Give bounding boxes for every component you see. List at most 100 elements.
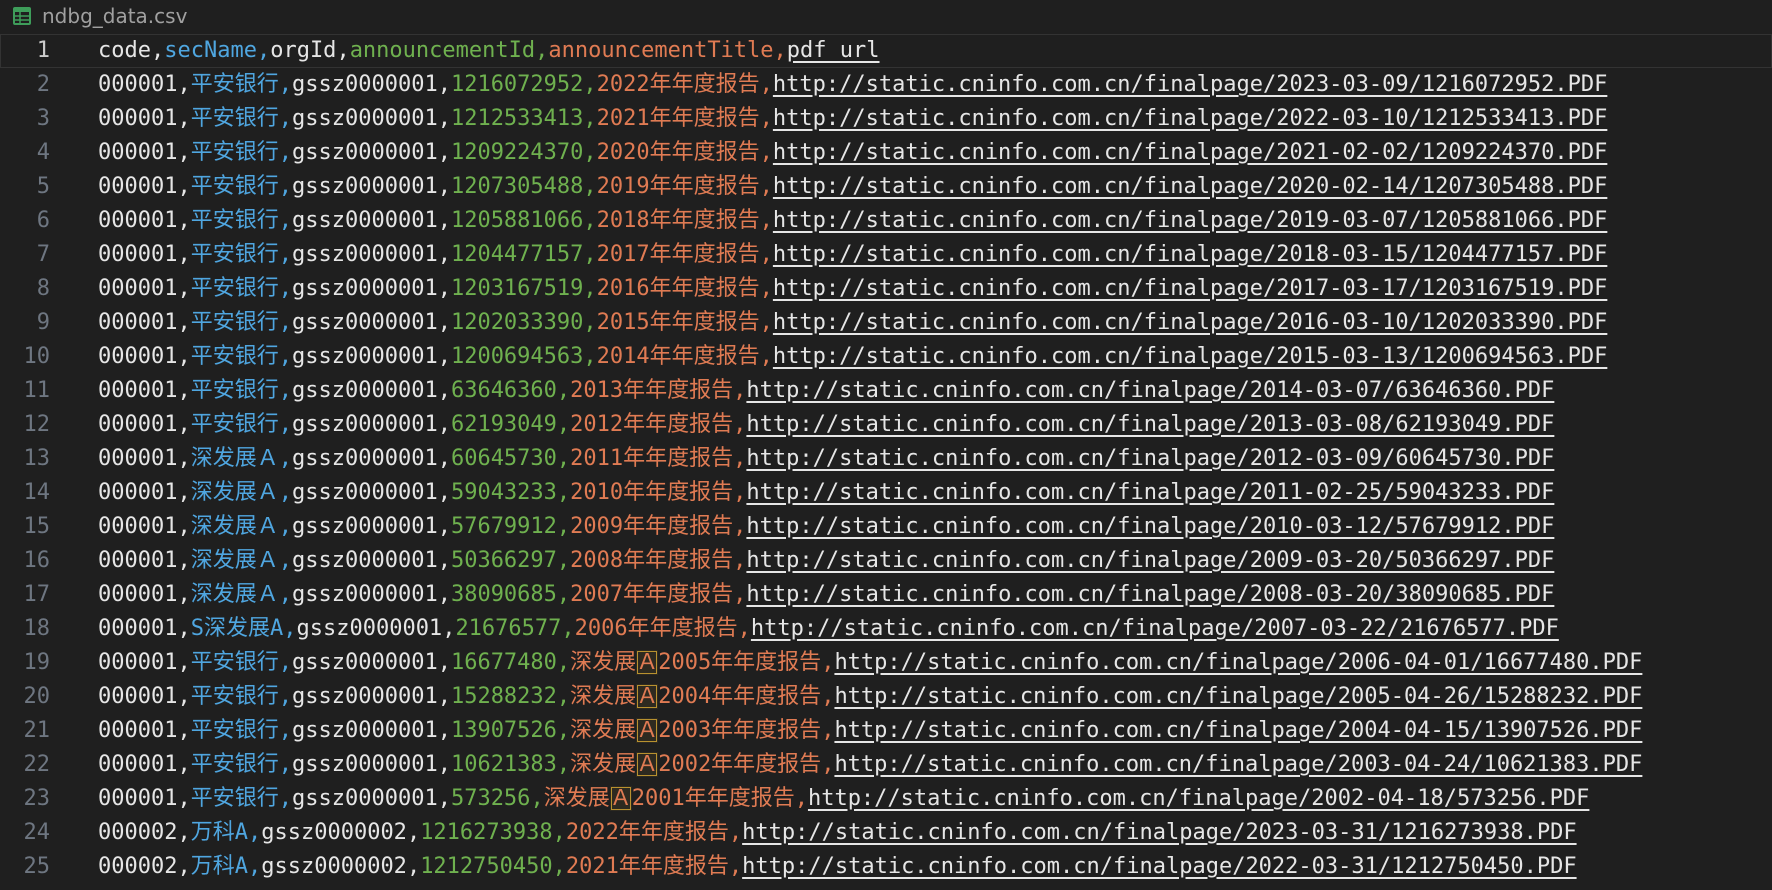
line-number: 5 [36,174,50,199]
orgid-cell: gssz0000001 [292,208,438,233]
editor-line[interactable]: 18 000001,S深发展A,gssz0000001,21676577,2006… [0,612,1772,646]
line-content[interactable]: 000001,平安银行,gssz0000001,1202033390,2015年… [98,306,1607,340]
comma-separator: , [177,446,191,471]
editor-line[interactable]: 20 000001,平安银行,gssz0000001,15288232,深发展Ａ2… [0,680,1772,714]
pdf-url-cell[interactable]: http://static.cninfo.com.cn/finalpage/20… [834,684,1642,709]
line-content[interactable]: 000002,万科A,gssz0000002,1212750450,2021年年… [98,850,1577,884]
pdf-url-cell[interactable]: http://static.cninfo.com.cn/finalpage/20… [746,548,1554,573]
line-content[interactable]: 000001,平安银行,gssz0000001,1203167519,2016年… [98,272,1607,306]
editor-line[interactable]: 6 000001,平安银行,gssz0000001,1205881066,2018… [0,204,1772,238]
pdf-url-cell[interactable]: http://static.cninfo.com.cn/finalpage/20… [773,344,1607,369]
comma-separator: , [556,582,571,607]
line-content[interactable]: 000001,平安银行,gssz0000001,573256,深发展Ａ2001年… [98,782,1589,816]
comma-separator: , [583,106,597,131]
ambiguous-unicode-highlight[interactable]: Ａ [636,684,659,709]
pdf-url-cell[interactable]: http://static.cninfo.com.cn/finalpage/20… [746,582,1554,607]
editor-line[interactable]: 4 000001,平安银行,gssz0000001,1209224370,2020… [0,136,1772,170]
line-content[interactable]: 000001,平安银行,gssz0000001,16677480,深发展Ａ200… [98,646,1642,680]
editor-line[interactable]: 10 000001,平安银行,gssz0000001,1200694563,201… [0,340,1772,374]
comma-separator: , [437,582,451,607]
line-content[interactable]: 000001,S深发展A,gssz0000001,21676577,2006年年… [98,612,1559,646]
comma-separator: , [177,480,191,505]
ambiguous-unicode-highlight[interactable]: Ａ [636,718,659,743]
pdf-url-cell[interactable]: http://static.cninfo.com.cn/finalpage/20… [746,378,1554,403]
pdf-url-cell[interactable]: http://static.cninfo.com.cn/finalpage/20… [746,412,1554,437]
pdf-url-cell[interactable]: http://static.cninfo.com.cn/finalpage/20… [834,718,1642,743]
editor-line[interactable]: 3 000001,平安银行,gssz0000001,1212533413,2021… [0,102,1772,136]
pdf-url-cell[interactable]: http://static.cninfo.com.cn/finalpage/20… [773,208,1607,233]
editor-line[interactable]: 16 000001,深发展Ａ,gssz0000001,50366297,2008年… [0,544,1772,578]
editor-line[interactable]: 9 000001,平安银行,gssz0000001,1202033390,2015… [0,306,1772,340]
line-content[interactable]: 000001,平安银行,gssz0000001,63646360,2013年年度… [98,374,1554,408]
editor-line[interactable]: 5 000001,平安银行,gssz0000001,1207305488,2019… [0,170,1772,204]
editor-line[interactable]: 15 000001,深发展Ａ,gssz0000001,57679912,2009年… [0,510,1772,544]
comma-separator: , [406,854,421,879]
editor-line[interactable]: 22 000001,平安银行,gssz0000001,10621383,深发展Ａ2… [0,748,1772,782]
line-content[interactable]: 000001,平安银行,gssz0000001,1209224370,2020年… [98,136,1607,170]
orgid-cell: gssz0000001 [292,310,438,335]
line-content[interactable]: 000001,平安银行,gssz0000001,13907526,深发展Ａ200… [98,714,1642,748]
pdf-url-cell[interactable]: http://static.cninfo.com.cn/finalpage/20… [773,276,1607,301]
pdf-url-cell[interactable]: http://static.cninfo.com.cn/finalpage/20… [773,174,1607,199]
comma-separator: , [278,548,292,573]
line-content[interactable]: 000001,深发展Ａ,gssz0000001,60645730,2011年年度… [98,442,1554,476]
line-content[interactable]: 000001,深发展Ａ,gssz0000001,57679912,2009年年度… [98,510,1554,544]
ambiguous-unicode-highlight[interactable]: Ａ [636,650,659,675]
announcement-title-cell: 2011年年度报告 [570,446,734,471]
pdf-url-cell[interactable]: http://static.cninfo.com.cn/finalpage/20… [742,854,1576,879]
ambiguous-unicode-highlight[interactable]: Ａ [636,752,659,777]
pdf-url-cell[interactable]: http://static.cninfo.com.cn/finalpage/20… [834,752,1642,777]
pdf-url-cell[interactable]: http://static.cninfo.com.cn/finalpage/20… [834,650,1642,675]
pdf-url-cell[interactable]: http://static.cninfo.com.cn/finalpage/20… [773,72,1607,97]
pdf-url-cell[interactable]: http://static.cninfo.com.cn/finalpage/20… [773,310,1607,335]
announcement-title-cell: 2010年年度报告 [570,480,734,505]
announcement-id-cell: 10621383 [450,752,557,777]
line-content[interactable]: code,secName,orgId,announcementId,announ… [98,34,880,68]
pdf-url-cell[interactable]: http://static.cninfo.com.cn/finalpage/20… [773,140,1607,165]
editor-line[interactable]: 13 000001,深发展Ａ,gssz0000001,60645730,2011年… [0,442,1772,476]
csv-editor[interactable]: 1 code,secName,orgId,announcementId,annou… [0,34,1772,890]
line-content[interactable]: 000001,平安银行,gssz0000001,1205881066,2018年… [98,204,1607,238]
announcement-id-cell: 1202033390 [450,310,584,335]
line-content[interactable]: 000001,平安银行,gssz0000001,10621383,深发展Ａ200… [98,748,1642,782]
pdf-url-cell[interactable]: http://static.cninfo.com.cn/finalpage/20… [773,106,1607,131]
pdf-url-cell[interactable]: http://static.cninfo.com.cn/finalpage/20… [773,242,1607,267]
line-content[interactable]: 000001,平安银行,gssz0000001,1216072952,2022年… [98,68,1607,102]
editor-line[interactable]: 14 000001,深发展Ａ,gssz0000001,59043233,2010年… [0,476,1772,510]
comma-separator: , [247,854,262,879]
line-content[interactable]: 000001,平安银行,gssz0000001,1204477157,2017年… [98,238,1607,272]
line-content[interactable]: 000001,深发展Ａ,gssz0000001,59043233,2010年年度… [98,476,1554,510]
line-content[interactable]: 000002,万科A,gssz0000002,1216273938,2022年年… [98,816,1577,850]
code-cell: 000001 [98,650,178,675]
line-content[interactable]: 000001,深发展Ａ,gssz0000001,50366297,2008年年度… [98,544,1554,578]
editor-line[interactable]: 21 000001,平安银行,gssz0000001,13907526,深发展Ａ2… [0,714,1772,748]
editor-line[interactable]: 19 000001,平安银行,gssz0000001,16677480,深发展Ａ2… [0,646,1772,680]
editor-line[interactable]: 7 000001,平安银行,gssz0000001,1204477157,2017… [0,238,1772,272]
announcement-title-cell: 深发展Ａ2003年年度报告 [570,718,822,743]
pdf-url-cell[interactable]: http://static.cninfo.com.cn/finalpage/20… [742,820,1576,845]
line-content[interactable]: 000001,平安银行,gssz0000001,1212533413,2021年… [98,102,1607,136]
pdf-url-cell[interactable]: http://static.cninfo.com.cn/finalpage/20… [746,446,1554,471]
editor-line[interactable]: 23 000001,平安银行,gssz0000001,573256,深发展Ａ200… [0,782,1772,816]
editor-line[interactable]: 2 000001,平安银行,gssz0000001,1216072952,2022… [0,68,1772,102]
editor-line[interactable]: 12 000001,平安银行,gssz0000001,62193049,2012年… [0,408,1772,442]
ambiguous-unicode-highlight[interactable]: Ａ [609,786,632,811]
line-content[interactable]: 000001,深发展Ａ,gssz0000001,38090685,2007年年度… [98,578,1554,612]
editor-line[interactable]: 8 000001,平安银行,gssz0000001,1203167519,2016… [0,272,1772,306]
line-content[interactable]: 000001,平安银行,gssz0000001,15288232,深发展Ａ200… [98,680,1642,714]
pdf-url-cell[interactable]: http://static.cninfo.com.cn/finalpage/20… [746,514,1554,539]
editor-line[interactable]: 25 000002,万科A,gssz0000002,1212750450,2021… [0,850,1772,884]
pdf-url-cell[interactable]: http://static.cninfo.com.cn/finalpage/20… [751,616,1559,641]
tab-ndbg-data-csv[interactable]: ndbg_data.csv [0,0,187,32]
editor-line[interactable]: 17 000001,深发展Ａ,gssz0000001,38090685,2007年… [0,578,1772,612]
comma-separator: , [278,242,292,267]
editor-line[interactable]: 11 000001,平安银行,gssz0000001,63646360,2013年… [0,374,1772,408]
editor-line[interactable]: 24 000002,万科A,gssz0000002,1216273938,2022… [0,816,1772,850]
line-content[interactable]: 000001,平安银行,gssz0000001,1200694563,2014年… [98,340,1607,374]
pdf-url-cell[interactable]: http://static.cninfo.com.cn/finalpage/20… [746,480,1554,505]
pdf-url-cell[interactable]: http://static.cninfo.com.cn/finalpage/20… [808,786,1589,811]
editor-line[interactable]: 1 code,secName,orgId,announcementId,annou… [0,34,1772,68]
line-content[interactable]: 000001,平安银行,gssz0000001,62193049,2012年年度… [98,408,1554,442]
secname-cell: 平安银行 [190,752,279,777]
line-content[interactable]: 000001,平安银行,gssz0000001,1207305488,2019年… [98,170,1607,204]
